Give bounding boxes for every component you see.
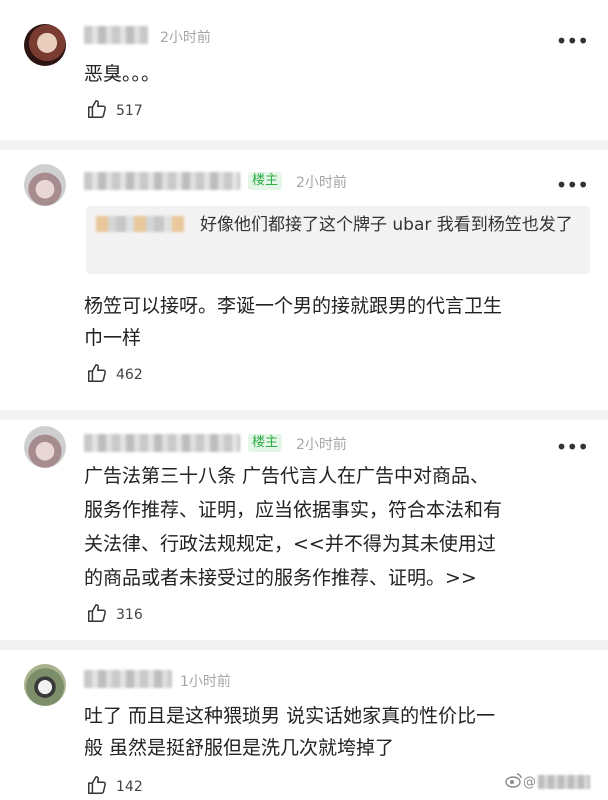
avatar[interactable] — [24, 664, 66, 706]
divider — [0, 640, 608, 650]
divider — [0, 410, 608, 420]
thumbs-up-icon — [86, 774, 108, 800]
comment-time: 2小时前 — [160, 30, 211, 46]
comment-text-line: 服务作推荐、证明，应当依据事实，符合本法和有 — [84, 499, 503, 521]
owner-badge: 楼主 — [248, 172, 283, 190]
comment-time: 2小时前 — [296, 437, 347, 453]
comment-item: 楼主 2小时前 ••• 广告法第三十八条 广告代言人在广告中对商品、 服务作推荐… — [0, 420, 608, 650]
comment-text-line: 般 虽然是挺舒服但是洗几次就垮掉了 — [84, 737, 395, 759]
quoted-text: 好像他们都接了这个牌子 ubar 我看到杨笠也发了 — [200, 215, 573, 235]
like-count: 462 — [116, 367, 143, 383]
like-button[interactable]: 142 — [86, 776, 143, 798]
comment-time: 1小时前 — [180, 674, 231, 690]
username[interactable] — [84, 670, 172, 688]
like-count: 316 — [116, 607, 143, 623]
more-dots-icon[interactable]: ••• — [556, 437, 589, 457]
divider — [0, 140, 608, 150]
username[interactable] — [84, 434, 240, 452]
avatar[interactable] — [24, 24, 66, 66]
like-count: 517 — [116, 103, 143, 119]
comment-item: 2小时前 ••• 恶臭。。。 517 — [0, 0, 608, 148]
comment-text-line: 广告法第三十八条 广告代言人在广告中对商品、 — [84, 465, 490, 487]
more-dots-icon[interactable]: ••• — [556, 175, 589, 195]
watermark: @ — [505, 772, 590, 792]
watermark-name — [538, 775, 590, 789]
like-button[interactable]: 316 — [86, 604, 143, 626]
like-button[interactable]: 517 — [86, 100, 143, 122]
comment-item: 楼主 2小时前 ••• 好像他们都接了这个牌子 ubar 我看到杨笠也发了 杨笠… — [0, 150, 608, 418]
quoted-reply[interactable]: 好像他们都接了这个牌子 ubar 我看到杨笠也发了 — [86, 206, 590, 274]
comment-time: 2小时前 — [296, 175, 347, 191]
avatar[interactable] — [24, 426, 66, 468]
comment-text-line: 吐了 而且是这种猥琐男 说实话她家真的性价比一 — [84, 705, 496, 727]
comment-text-line: 杨笠可以接呀。李诞一个男的接就跟男的代言卫生 — [84, 295, 503, 317]
like-count: 142 — [116, 779, 143, 795]
thumbs-up-icon — [86, 362, 108, 388]
more-dots-icon[interactable]: ••• — [556, 31, 589, 51]
comment-text-line: 恶臭。。。 — [84, 63, 161, 85]
username[interactable] — [84, 172, 240, 190]
avatar[interactable] — [24, 164, 66, 206]
comment-text-line: 的商品或者未接受过的服务作推荐、证明。>> — [84, 567, 477, 589]
like-button[interactable]: 462 — [86, 364, 143, 386]
weibo-logo-icon — [505, 772, 523, 792]
thumbs-up-icon — [86, 602, 108, 628]
username[interactable] — [84, 26, 148, 44]
owner-badge: 楼主 — [248, 434, 283, 452]
watermark-prefix: @ — [523, 774, 536, 790]
comment-text-line: 巾一样 — [84, 327, 142, 349]
comment-text-line: 关法律、行政法规规定，<<并不得为其未使用过 — [84, 533, 496, 555]
thumbs-up-icon — [86, 98, 108, 124]
